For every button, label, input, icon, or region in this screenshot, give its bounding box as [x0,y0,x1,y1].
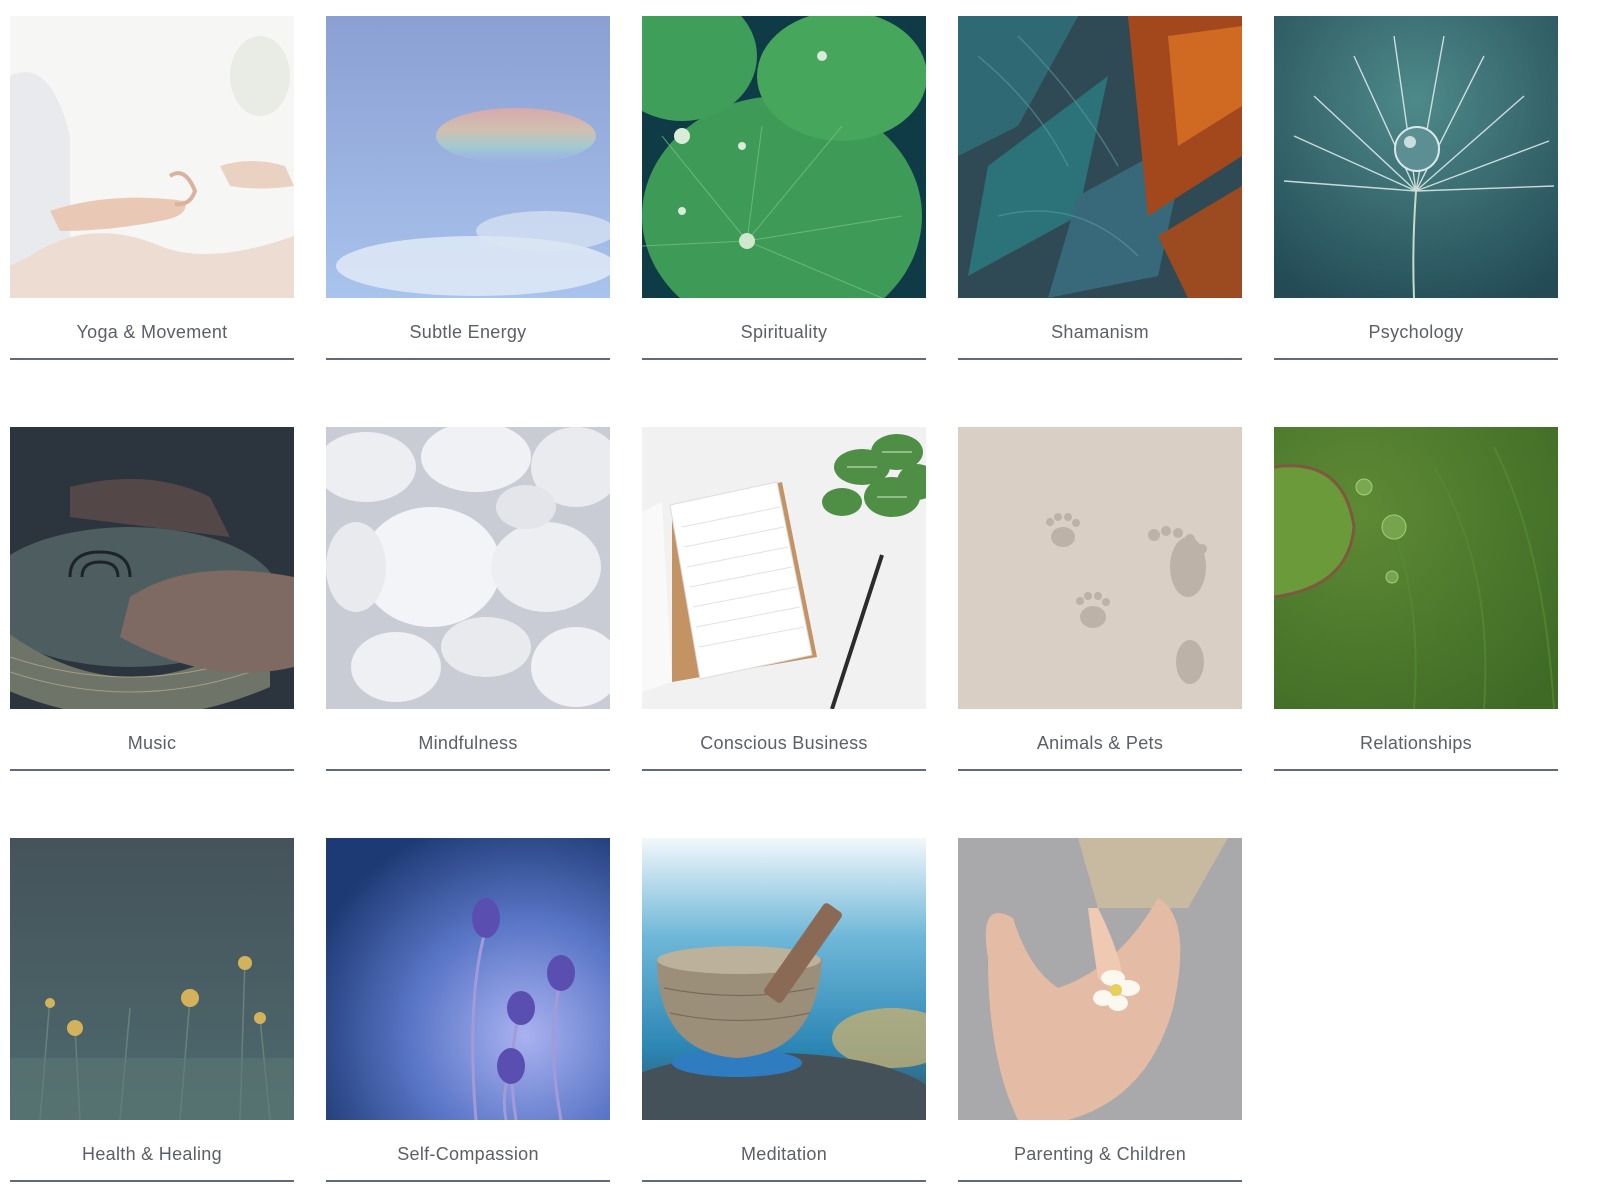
card-divider [642,769,926,771]
category-card-conscious-business[interactable]: Conscious Business [642,427,926,773]
category-label: Spirituality [740,322,828,342]
card-divider [10,769,294,771]
category-grid: Yoga & Movement Subtle Energy Spirituali… [10,16,1600,1186]
category-label: Animals & Pets [1036,733,1164,753]
white-pebbles-image [326,427,610,709]
card-divider [958,358,1242,360]
category-card-meditation[interactable]: Meditation [642,838,926,1184]
category-card-shamanism[interactable]: Shamanism [958,16,1242,362]
green-leaf-drops-image [1274,427,1558,709]
category-label: Meditation [740,1144,828,1164]
card-divider [10,358,294,360]
card-divider [958,769,1242,771]
singing-bowl-image [642,838,926,1120]
card-divider [326,358,610,360]
category-card-self-compassion[interactable]: Self-Compassion [326,838,610,1184]
category-label: Self-Compassion [397,1144,539,1164]
category-card-animals-pets[interactable]: Animals & Pets [958,427,1242,773]
card-divider [1274,358,1558,360]
notebook-plant-image [642,427,926,709]
category-card-subtle-energy[interactable]: Subtle Energy [326,16,610,362]
category-card-relationships[interactable]: Relationships [1274,427,1558,773]
card-divider [326,1180,610,1182]
category-card-yoga-movement[interactable]: Yoga & Movement [10,16,294,362]
child-hand-flower-image [958,838,1242,1120]
category-label: Health & Healing [82,1144,222,1164]
category-card-spirituality[interactable]: Spirituality [642,16,926,362]
yoga-hands-image [10,16,294,298]
category-card-mindfulness[interactable]: Mindfulness [326,427,610,773]
card-divider [958,1180,1242,1182]
category-label: Relationships [1360,733,1472,753]
category-label: Shamanism [1051,322,1149,342]
card-divider [642,358,926,360]
feathers-image [958,16,1242,298]
dandelion-drop-image [1274,16,1558,298]
wildflowers-image [10,838,294,1120]
handpan-drum-image [10,427,294,709]
category-card-parenting-children[interactable]: Parenting & Children [958,838,1242,1184]
category-card-psychology[interactable]: Psychology [1274,16,1558,362]
card-divider [1274,769,1558,771]
category-label: Psychology [1368,322,1464,342]
purple-flowers-image [326,838,610,1120]
rainbow-sky-image [326,16,610,298]
category-label: Parenting & Children [1013,1144,1187,1164]
paw-footprints-image [958,427,1242,709]
category-label: Mindfulness [418,733,518,753]
card-divider [642,1180,926,1182]
category-label: Yoga & Movement [76,322,228,342]
category-label: Subtle Energy [409,322,527,342]
category-label: Conscious Business [700,733,868,753]
card-divider [326,769,610,771]
category-card-health-healing[interactable]: Health & Healing [10,838,294,1184]
card-divider [10,1180,294,1182]
category-card-music[interactable]: Music [10,427,294,773]
lotus-leaves-image [642,16,926,298]
category-label: Music [127,733,177,753]
